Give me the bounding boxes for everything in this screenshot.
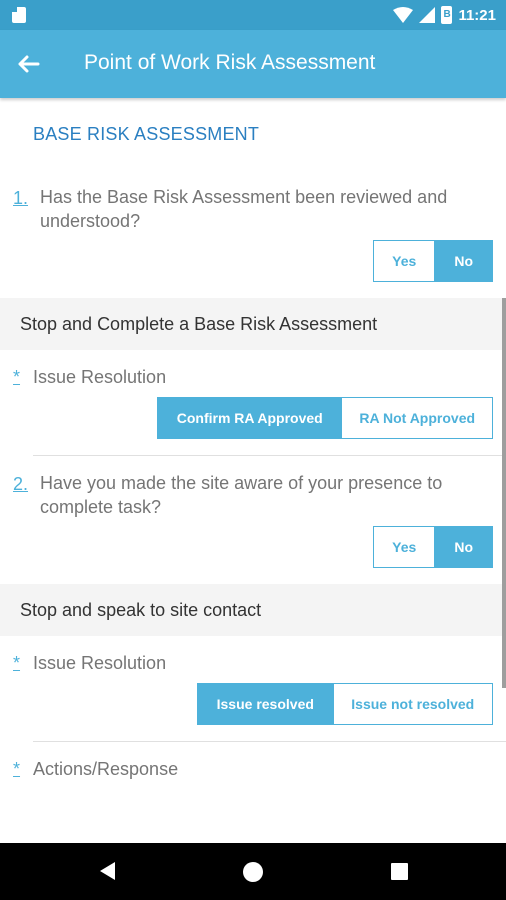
issue-resolved-button[interactable]: Issue resolved <box>198 684 333 724</box>
divider <box>33 455 506 456</box>
section-band: Stop and Complete a Base Risk Assessment <box>0 298 506 350</box>
actions-response-label: Actions/Response <box>33 759 179 779</box>
page-title: Point of Work Risk Assessment <box>84 51 376 74</box>
yes-button[interactable]: Yes <box>374 241 435 281</box>
form-content[interactable]: BASE RISK ASSESSMENT 1. Has the Base Ris… <box>0 98 506 843</box>
issue-resolution-label: Issue Resolution <box>33 367 167 387</box>
confirm-ra-approved-button[interactable]: Confirm RA Approved <box>158 398 342 438</box>
signal-icon <box>419 7 436 23</box>
resolution-toggle: Confirm RA Approved RA Not Approved <box>157 397 493 439</box>
ra-not-approved-button[interactable]: RA Not Approved <box>341 398 492 438</box>
resolution-toggle: Issue resolved Issue not resolved <box>197 683 493 725</box>
wifi-icon <box>393 7 414 23</box>
section-band-text: Stop and speak to site contact <box>20 600 262 620</box>
nav-recents-icon[interactable] <box>391 863 408 880</box>
question-number: 2. <box>13 474 29 494</box>
required-marker: * <box>13 367 21 387</box>
nav-home-icon[interactable] <box>243 862 263 882</box>
divider <box>33 741 506 742</box>
yes-no-toggle: Yes No <box>373 240 493 282</box>
app-bar: Point of Work Risk Assessment <box>0 30 506 98</box>
yes-no-toggle: Yes No <box>373 526 493 568</box>
back-arrow-icon[interactable] <box>12 48 44 80</box>
section-band: Stop and speak to site contact <box>0 584 506 636</box>
question-text: Has the Base Risk Assessment been review… <box>40 187 448 231</box>
status-bar: B 11:21 <box>0 0 506 30</box>
question-text: Have you made the site aware of your pre… <box>40 473 443 517</box>
yes-button[interactable]: Yes <box>374 527 435 567</box>
section-band-text: Stop and Complete a Base Risk Assessment <box>20 314 378 334</box>
status-time: 11:21 <box>458 6 496 24</box>
battery-text: B <box>443 9 451 20</box>
nav-back-icon[interactable] <box>100 862 115 880</box>
status-icons: B 11:21 <box>393 5 496 25</box>
system-nav-bar <box>0 843 506 900</box>
no-button[interactable]: No <box>434 527 492 567</box>
question-number: 1. <box>13 188 29 208</box>
sim-card-icon <box>12 7 26 23</box>
section-title: BASE RISK ASSESSMENT <box>33 124 260 144</box>
battery-icon: B <box>441 6 453 24</box>
issue-not-resolved-button[interactable]: Issue not resolved <box>332 684 492 724</box>
required-marker: * <box>13 653 21 673</box>
scrollbar[interactable] <box>502 298 506 688</box>
issue-resolution-label: Issue Resolution <box>33 653 167 673</box>
no-button[interactable]: No <box>434 241 492 281</box>
required-marker: * <box>13 759 21 779</box>
